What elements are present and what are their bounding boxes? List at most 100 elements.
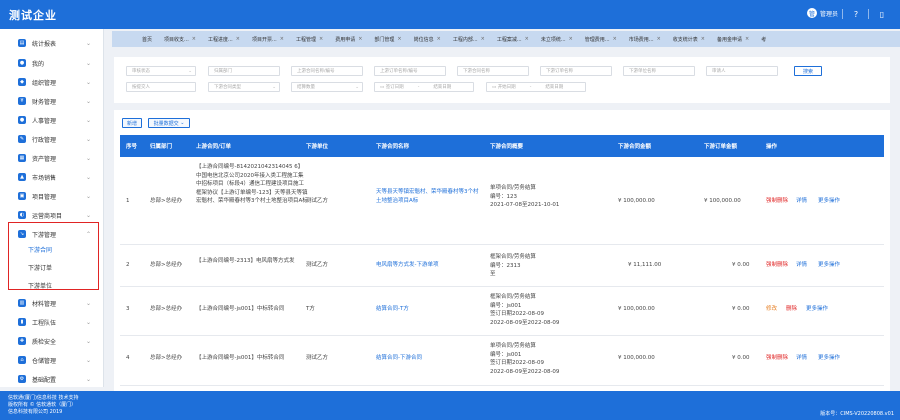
table-row[interactable]: 1 总部>总经办 【上游合同编号-8142021042314045 6】中国电信… xyxy=(120,157,884,245)
force-delete-link[interactable]: 强制删除 xyxy=(766,354,788,363)
close-icon[interactable]: × xyxy=(397,36,401,42)
contract-name-link[interactable]: 天等县天等镇宏魁村、荣华殿春村等3个村土地整治项目A标 xyxy=(376,188,480,205)
close-icon[interactable]: × xyxy=(192,36,196,42)
close-icon[interactable]: × xyxy=(569,36,573,42)
sidebar-item-label: 项目管理 xyxy=(32,193,57,201)
footer-copyright: 信软通(厦门)信息科技 技术支持 版权所有 © 信软通软（厦门） 信息科技有限公… xyxy=(8,395,79,416)
downstream-unit-input[interactable]: 下游单位名称 xyxy=(623,66,695,76)
tab[interactable]: 未立项统... × xyxy=(535,31,579,47)
add-button[interactable]: 新增 xyxy=(122,118,142,128)
close-icon[interactable]: × xyxy=(280,36,284,42)
sidebar-item-warehouse[interactable]: ⌂ 仓储管理 ⌄ xyxy=(0,352,104,368)
tab[interactable]: 工程内部... × xyxy=(447,31,491,47)
close-icon[interactable]: × xyxy=(701,36,705,42)
tab[interactable]: 费用申请 × xyxy=(329,31,368,47)
dept-cell: 总部>总经办 xyxy=(150,306,183,312)
detail-link[interactable]: 详情 xyxy=(796,354,807,363)
batch-submit-button[interactable]: 批量数据交 ⌄ xyxy=(148,118,190,128)
chevron-down-icon: ⌄ xyxy=(86,154,92,162)
close-icon[interactable]: × xyxy=(745,36,749,42)
sidebar-item-mine[interactable]: ● 我的 ⌄ xyxy=(0,55,104,71)
sidebar-item-hr[interactable]: ● 人事管理 ⌄ xyxy=(0,112,104,128)
table-row[interactable]: 3 总部>总经办 【上游合同编号-js001】中标转合同 T方 结算合同-T方 … xyxy=(120,287,884,336)
mobile-icon[interactable]: ▯ xyxy=(876,8,888,20)
close-icon[interactable]: × xyxy=(358,36,362,42)
upstream-order-input[interactable]: 上游订单名称/编号 xyxy=(374,66,446,76)
sidebar-item-admin[interactable]: ✎ 行政管理 ⌄ xyxy=(0,131,104,147)
sidebar-item-label: 仓储管理 xyxy=(32,357,57,365)
tab[interactable]: 项目收支... × xyxy=(158,31,202,47)
more-actions-link[interactable]: 更多操作 xyxy=(806,305,828,314)
tab[interactable]: 收支统计表 × xyxy=(667,31,711,47)
upstream-cell: 【上游合同编号-2313】电风扇等方式发 xyxy=(196,258,295,264)
footer: 信软通(厦门)信息科技 技术支持 版权所有 © 信软通软（厦门） 信息科技有限公… xyxy=(0,391,900,420)
material-icon: ▥ xyxy=(18,299,26,307)
sidebar-item-org[interactable]: ◆ 组织管理 ⌄ xyxy=(0,74,104,90)
detail-link[interactable]: 详情 xyxy=(796,197,807,206)
sidebar-item-stats[interactable]: ▤ 统计报表 ⌄ xyxy=(0,35,104,51)
tab[interactable]: 部门管理 × xyxy=(368,31,407,47)
force-delete-link[interactable]: 强制删除 xyxy=(766,197,788,206)
sign-date-range[interactable]: ▭ 签订日期 - 结束日期 xyxy=(374,82,474,92)
sidebar-item-safety[interactable]: ✚ 质检安全 ⌄ xyxy=(0,333,104,349)
start-date-range[interactable]: ▭ 开始日期 - 结束日期 xyxy=(486,82,586,92)
tab-home[interactable]: 首页 xyxy=(112,31,158,47)
more-actions-link[interactable]: 更多操作 xyxy=(818,354,840,363)
tab[interactable]: 工程进度... × xyxy=(202,31,246,47)
upstream-contract-input[interactable]: 上游合同名称/编号 xyxy=(291,66,363,76)
sidebar-item-operator[interactable]: ◐ 运营商项目 ⌄ xyxy=(0,207,104,223)
contract-name-link[interactable]: 结算合同-下游合同 xyxy=(376,354,422,363)
settlement-select[interactable]: 结算数量 ⌄ xyxy=(291,82,363,92)
audit-status-select[interactable]: 审核状态 ⌄ xyxy=(126,66,196,76)
sidebar-item-market[interactable]: ▲ 市场销售 ⌄ xyxy=(0,169,104,185)
tab[interactable]: 岗位信息 × xyxy=(408,31,447,47)
contract-type-select[interactable]: 下游合同类型 ⌄ xyxy=(208,82,280,92)
submitter-input[interactable]: 按提交人 xyxy=(126,82,196,92)
sidebar-item-label: 材料管理 xyxy=(32,300,57,308)
help-icon[interactable]: ? xyxy=(850,8,862,20)
department-select[interactable]: 归属部门 xyxy=(208,66,280,76)
table-row[interactable]: 2 总部>总经办 【上游合同编号-2313】电风扇等方式发 测试乙方 电风扇等方… xyxy=(120,245,884,287)
more-actions-link[interactable]: 更多操作 xyxy=(818,197,840,206)
user-menu[interactable]: 管 管理员 xyxy=(806,8,838,18)
avatar: 管 xyxy=(806,8,817,18)
downstream-order-input[interactable]: 下游订单名称 xyxy=(540,66,612,76)
tab[interactable]: 工程管理 × xyxy=(290,31,329,47)
more-actions-link[interactable]: 更多操作 xyxy=(818,261,840,270)
close-icon[interactable]: × xyxy=(481,36,485,42)
tab[interactable]: 项目开票... × xyxy=(246,31,290,47)
sidebar-item-config[interactable]: ⚙ 基础配置 ⌄ xyxy=(0,371,104,387)
sidebar-item-label: 市场销售 xyxy=(32,174,57,182)
close-icon[interactable]: × xyxy=(613,36,617,42)
close-icon[interactable]: × xyxy=(236,36,240,42)
org-icon: ◆ xyxy=(18,78,26,86)
sidebar-item-finance[interactable]: ¥ 财务管理 ⌄ xyxy=(0,93,104,109)
downstream-contract-input[interactable]: 下游合同名称 xyxy=(457,66,529,76)
edit-link[interactable]: 修改 xyxy=(766,305,777,314)
tab-label: 岗位信息 xyxy=(413,36,434,43)
close-icon[interactable]: × xyxy=(657,36,661,42)
column-header: 归属部门 xyxy=(150,144,173,150)
detail-link[interactable]: 详情 xyxy=(796,261,807,270)
tab[interactable]: 考 xyxy=(755,31,772,47)
sidebar-item-label: 资产管理 xyxy=(32,155,57,163)
applicant-input[interactable]: 审请人 xyxy=(706,66,778,76)
search-button[interactable]: 搜索 xyxy=(794,66,822,76)
delete-link[interactable]: 删除 xyxy=(786,305,797,314)
table-row[interactable]: 4 总部>总经办 【上游合同编号-js001】中标转合同 测试乙方 结算合同-下… xyxy=(120,336,884,386)
force-delete-link[interactable]: 强制删除 xyxy=(766,261,788,270)
sidebar-item-project[interactable]: ▣ 项目管理 ⌄ xyxy=(0,188,104,204)
sidebar-item-team[interactable]: ▮ 工程队伍 ⌄ xyxy=(0,314,104,330)
sidebar-item-label: 基础配置 xyxy=(32,376,57,384)
sidebar-item-asset[interactable]: ▦ 资产管理 ⌄ xyxy=(0,150,104,166)
tab[interactable]: 管理费用... × xyxy=(579,31,623,47)
close-icon[interactable]: × xyxy=(319,36,323,42)
close-icon[interactable]: × xyxy=(437,36,441,42)
tab[interactable]: 工程案减... × xyxy=(491,31,535,47)
close-icon[interactable]: × xyxy=(525,36,529,42)
tab[interactable]: 备用金申请 × xyxy=(711,31,755,47)
tab[interactable]: 市场费用... × xyxy=(623,31,667,47)
contract-name-link[interactable]: 电风扇等方式发-下游单项 xyxy=(376,261,439,270)
sidebar-item-material[interactable]: ▥ 材料管理 ⌄ xyxy=(0,295,104,311)
contract-name-link[interactable]: 结算合同-T方 xyxy=(376,305,409,314)
